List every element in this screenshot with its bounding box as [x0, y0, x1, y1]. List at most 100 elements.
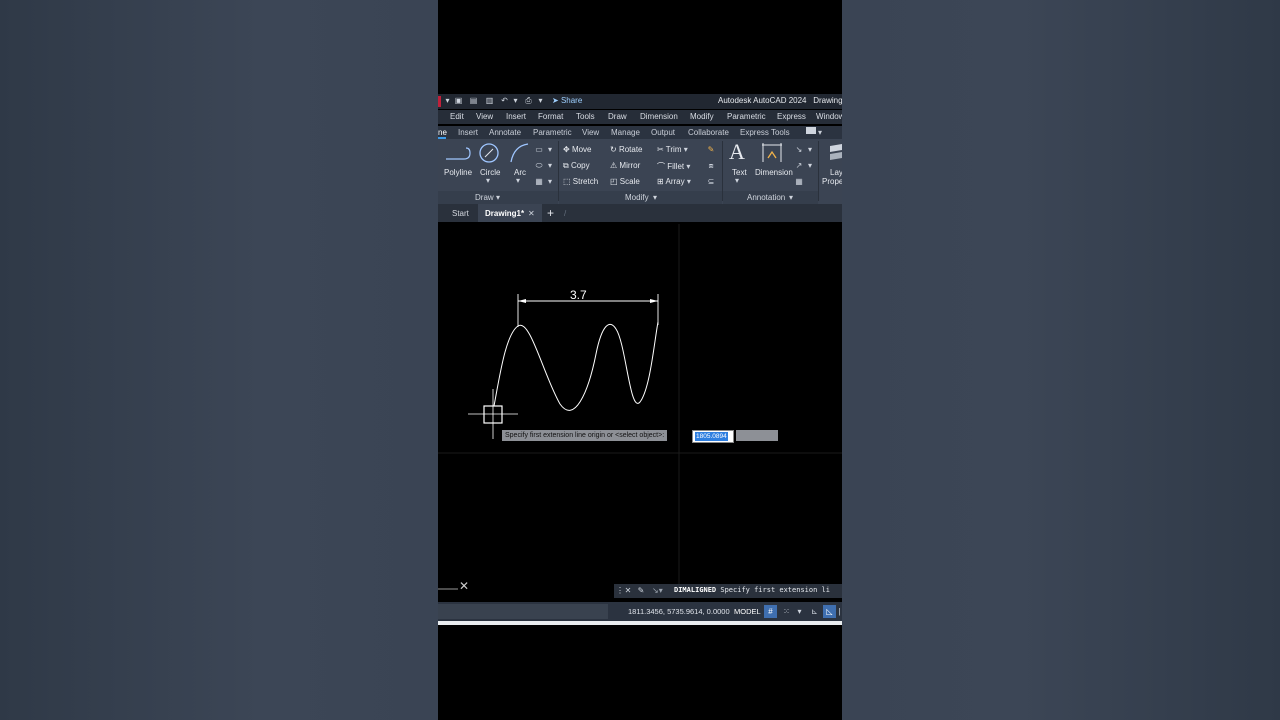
tab-output[interactable]: Output — [651, 128, 675, 137]
tab-manage[interactable]: Manage — [611, 128, 640, 137]
polyline-button[interactable]: Polyline — [444, 168, 472, 177]
leader-dropdown-icon[interactable]: ▾ — [805, 145, 815, 154]
stretch-icon: ⬚ — [563, 177, 571, 186]
dropdown-icon[interactable]: ▾ — [443, 96, 452, 106]
tab-insert[interactable]: Insert — [458, 128, 478, 137]
fillet-icon: ⌒ — [657, 162, 665, 171]
rotate-button[interactable]: ↻ Rotate — [610, 145, 643, 154]
leader-icon[interactable]: ↘ — [794, 145, 804, 154]
table-icon[interactable]: ▦ — [794, 177, 804, 186]
menu-format[interactable]: Format — [538, 112, 563, 121]
snap-dropdown-icon[interactable]: ▾ — [793, 605, 806, 618]
menu-modify[interactable]: Modify — [690, 112, 714, 121]
annotation-panel-title[interactable]: Annotation ▾ — [723, 191, 818, 204]
app-menu-button[interactable] — [438, 96, 441, 107]
menu-view[interactable]: View — [476, 112, 493, 121]
menu-insert[interactable]: Insert — [506, 112, 526, 121]
save-icon[interactable]: ▣ — [454, 96, 463, 106]
menu-window[interactable]: Window — [816, 112, 842, 121]
command-text: DIMALIGNED Specify first extension li — [674, 586, 830, 594]
layer-properties-label-1[interactable]: Lay — [830, 168, 842, 177]
ribbon-minimize-icon[interactable] — [806, 127, 816, 134]
array-button[interactable]: ⊞ Array ▾ — [657, 177, 691, 186]
close-command-icon[interactable]: ✕ — [623, 585, 633, 597]
undo-dropdown-icon[interactable]: ▾ — [511, 96, 520, 106]
close-tab-icon[interactable]: ✕ — [528, 209, 535, 218]
share-button[interactable]: ➤ Share — [552, 96, 582, 105]
tab-parametric[interactable]: Parametric — [533, 128, 572, 137]
more-status-icon[interactable]: | — [837, 605, 842, 618]
tab-annotate[interactable]: Annotate — [489, 128, 521, 137]
menu-tools[interactable]: Tools — [576, 112, 595, 121]
layer-properties-label-2[interactable]: Prope — [822, 177, 842, 186]
recent-commands-icon[interactable]: ↘▾ — [652, 585, 663, 597]
multileader-dropdown-icon[interactable]: ▾ — [805, 161, 815, 170]
dynamic-input-field-2[interactable] — [736, 430, 778, 441]
trim-button[interactable]: ✂ Trim ▾ — [657, 145, 688, 154]
rectangle-dropdown-icon[interactable]: ▾ — [545, 145, 555, 154]
open-icon[interactable]: ▤ — [469, 96, 478, 106]
tab-collaborate[interactable]: Collaborate — [688, 128, 729, 137]
ellipse-dropdown-icon[interactable]: ▾ — [545, 161, 555, 170]
circle-icon[interactable] — [478, 142, 502, 166]
grid-icon[interactable]: # — [764, 605, 777, 618]
customize-icon[interactable]: ✎ — [636, 585, 646, 597]
ribbon-options-icon[interactable]: ▾ — [818, 128, 822, 137]
ribbon-panel: Polyline Circle ▾ Arc ▾ ▭ ▾ ⬭ ▾ ▦ ▾ Draw… — [438, 139, 842, 204]
model-space-button[interactable]: MODEL — [734, 607, 761, 616]
hatch-icon[interactable]: ▦ — [534, 177, 544, 186]
draw-panel-title[interactable]: Draw ▾ — [438, 191, 558, 204]
scale-button[interactable]: ◰ Scale — [610, 177, 640, 186]
erase-icon[interactable]: ✎ — [706, 145, 716, 154]
menu-express[interactable]: Express — [777, 112, 806, 121]
text-dropdown-icon[interactable]: ▾ — [735, 176, 739, 185]
dimension-button[interactable]: Dimension — [755, 168, 793, 177]
multileader-icon[interactable]: ↗ — [794, 161, 804, 170]
arc-icon[interactable] — [508, 142, 532, 166]
rectangle-icon[interactable]: ▭ — [534, 145, 544, 154]
copy-button[interactable]: ⧉ Copy — [563, 161, 590, 171]
save-as-icon[interactable]: ▥ — [485, 96, 494, 106]
plot-icon[interactable]: ⎙ — [524, 96, 533, 106]
offset-icon[interactable]: ⊆ — [706, 177, 716, 186]
explode-icon[interactable]: ⧈ — [706, 161, 716, 170]
dimension-arrow-right — [650, 299, 658, 303]
menu-dimension[interactable]: Dimension — [640, 112, 678, 121]
arc-dropdown-icon[interactable]: ▾ — [516, 176, 520, 185]
ucs-x-icon: ✕ — [459, 579, 469, 593]
command-line[interactable]: ⋮ ✕ ✎ ↘▾ DIMALIGNED Specify first extens… — [614, 584, 842, 598]
dynamic-input-field[interactable]: 1805.0894 — [692, 430, 734, 443]
layer-properties-icon[interactable] — [826, 142, 842, 164]
polyline-icon[interactable] — [444, 145, 474, 165]
bottom-edge — [438, 621, 842, 625]
stretch-button[interactable]: ⬚ Stretch — [563, 177, 598, 186]
new-tab-icon[interactable]: + — [547, 206, 554, 220]
menu-draw[interactable]: Draw — [608, 112, 627, 121]
tab-home[interactable]: ne — [438, 128, 447, 137]
move-button[interactable]: ✥ Move — [563, 145, 592, 154]
dimension-icon[interactable] — [760, 142, 784, 166]
hatch-dropdown-icon[interactable]: ▾ — [545, 177, 555, 186]
qat-dropdown-icon[interactable]: ▾ — [536, 96, 545, 106]
fillet-button[interactable]: ⌒ Fillet ▾ — [657, 161, 690, 172]
tab-express-tools[interactable]: Express Tools — [740, 128, 790, 137]
drawing-canvas[interactable]: ✕ 3.7 Specify first extension line origi… — [438, 224, 842, 600]
mirror-button[interactable]: ⚠ Mirror — [610, 161, 640, 170]
polar-icon[interactable]: ◺ — [823, 605, 836, 618]
snap-icon[interactable]: ⁙ — [780, 605, 793, 618]
modify-panel-title[interactable]: Modify ▾ — [559, 191, 722, 204]
menu-edit[interactable]: Edit — [450, 112, 464, 121]
undo-icon[interactable]: ↶ — [500, 96, 509, 106]
menu-parametric[interactable]: Parametric — [727, 112, 766, 121]
tab-view[interactable]: View — [582, 128, 599, 137]
tab-start[interactable]: Start — [452, 209, 469, 218]
ellipse-icon[interactable]: ⬭ — [534, 161, 544, 170]
layout-tabs-area[interactable] — [438, 604, 608, 619]
circle-button[interactable]: Circle — [480, 168, 500, 177]
circle-dropdown-icon[interactable]: ▾ — [486, 176, 490, 185]
tab-drawing1[interactable]: Drawing1* — [485, 209, 524, 218]
coordinates-readout[interactable]: 1811.3456, 5735.9614, 0.0000 — [628, 607, 730, 616]
app-window: ▾ ▣ ▤ ▥ ↶ ▾ ⎙ ▾ ➤ Share Autodesk AutoCAD… — [438, 0, 842, 720]
ortho-icon[interactable]: ⊾ — [808, 605, 821, 618]
text-icon[interactable]: A — [729, 139, 745, 165]
